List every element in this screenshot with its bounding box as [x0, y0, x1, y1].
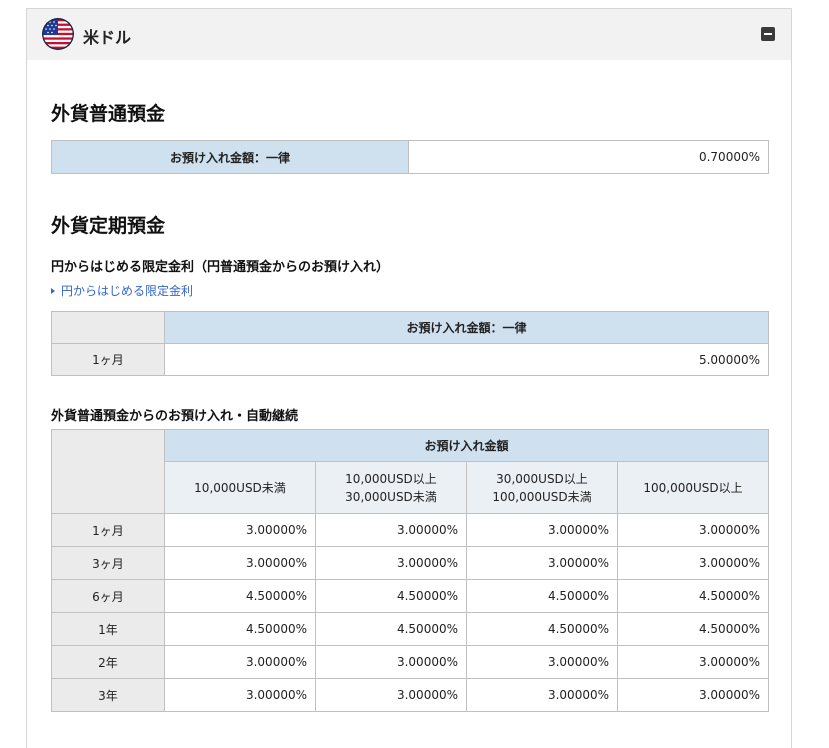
amount-tier-header: 10,000USD以上 30,000USD未満	[315, 461, 467, 514]
rate-value: 4.50000%	[466, 612, 618, 646]
rate-value: 4.50000%	[466, 579, 618, 613]
rate-value: 3.00000%	[466, 513, 618, 547]
rate-value: 3.00000%	[617, 513, 769, 547]
rate-value: 3.00000%	[164, 678, 316, 712]
limited-rate-table: お預け入れ金額：一律 1ヶ月 5.00000%	[51, 311, 769, 376]
rate-value: 3.00000%	[315, 546, 467, 580]
us-flag-icon	[42, 18, 74, 50]
table-row: 1ヶ月 5.00000%	[51, 343, 769, 376]
term-label: 1ヶ月	[51, 513, 165, 547]
rate-value: 3.00000%	[164, 645, 316, 679]
ordinary-rate-table: お預け入れ金額：一律 0.70000%	[51, 140, 769, 174]
ordinary-amount-label: お預け入れ金額：一律	[51, 140, 409, 174]
currency-name: 米ドル	[83, 28, 132, 47]
rate-value: 4.50000%	[164, 579, 316, 613]
corner-cell	[51, 429, 165, 514]
table-row: 3年 3.00000% 3.00000% 3.00000% 3.00000%	[51, 678, 769, 712]
term-label: 3ヶ月	[51, 546, 165, 580]
rate-value: 4.50000%	[315, 579, 467, 613]
rate-value: 3.00000%	[617, 645, 769, 679]
table-row: 1年 4.50000% 4.50000% 4.50000% 4.50000%	[51, 612, 769, 646]
corner-cell	[51, 311, 165, 344]
limited-rate-link[interactable]: 円からはじめる限定金利	[51, 282, 193, 299]
rate-value: 3.00000%	[164, 513, 316, 547]
auto-renew-heading: 外貨普通預金からのお預け入れ・自動継続	[51, 409, 299, 424]
rate-value: 3.00000%	[617, 546, 769, 580]
term-label: 1ヶ月	[51, 343, 165, 376]
rate-value: 3.00000%	[466, 645, 618, 679]
term-label: 6ヶ月	[51, 579, 165, 613]
amount-tier-header: 100,000USD以上	[617, 461, 769, 514]
rate-value: 3.00000%	[617, 678, 769, 712]
table-row: 2年 3.00000% 3.00000% 3.00000% 3.00000%	[51, 645, 769, 679]
rate-value: 5.00000%	[164, 343, 769, 376]
table-row: お預け入れ金額	[51, 429, 769, 514]
term-label: 1年	[51, 612, 165, 646]
ordinary-rate-value: 0.70000%	[408, 140, 769, 174]
rate-value: 4.50000%	[617, 579, 769, 613]
rate-value: 4.50000%	[164, 612, 316, 646]
rate-value: 4.50000%	[617, 612, 769, 646]
rate-value: 3.00000%	[466, 678, 618, 712]
rate-value: 3.00000%	[315, 645, 467, 679]
amount-tier-header: 30,000USD以上 100,000USD未満	[466, 461, 618, 514]
table-row: お預け入れ金額：一律 0.70000%	[51, 140, 769, 174]
fixed-deposit-title: 外貨定期預金	[51, 215, 166, 237]
table-row: 3ヶ月 3.00000% 3.00000% 3.00000% 3.00000%	[51, 546, 769, 580]
term-label: 3年	[51, 678, 165, 712]
table-row: 1ヶ月 3.00000% 3.00000% 3.00000% 3.00000%	[51, 513, 769, 547]
collapse-minus-icon[interactable]	[761, 27, 775, 41]
rate-value: 3.00000%	[315, 678, 467, 712]
table-row: お預け入れ金額：一律	[51, 311, 769, 344]
currency-panel: 米ドル 外貨普通預金 お預け入れ金額：一律 0.70000% 外貨定期預金 円か…	[26, 8, 792, 748]
panel-header[interactable]: 米ドル	[27, 9, 791, 60]
rate-value: 3.00000%	[466, 546, 618, 580]
rate-value: 3.00000%	[315, 513, 467, 547]
amount-group-header: お預け入れ金額	[164, 429, 769, 462]
limited-rate-heading: 円からはじめる限定金利（円普通預金からのお預け入れ）	[51, 260, 390, 275]
table-row: 6ヶ月 4.50000% 4.50000% 4.50000% 4.50000%	[51, 579, 769, 613]
limited-amount-header: お預け入れ金額：一律	[164, 311, 769, 344]
auto-renew-rate-table: お預け入れ金額 10,000USD未満 10,000USD以上 30,000USD…	[51, 429, 769, 712]
rate-value: 4.50000%	[315, 612, 467, 646]
term-label: 2年	[51, 645, 165, 679]
amount-tier-header: 10,000USD未満	[164, 461, 316, 514]
ordinary-deposit-title: 外貨普通預金	[51, 103, 166, 125]
rate-value: 3.00000%	[164, 546, 316, 580]
